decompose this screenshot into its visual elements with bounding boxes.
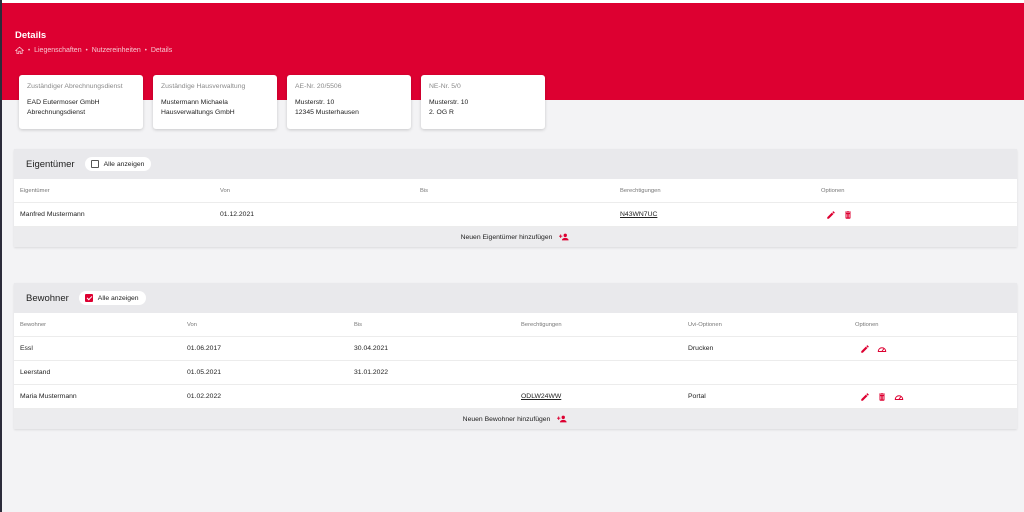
breadcrumb-separator: • [144, 47, 147, 54]
meter-icon[interactable] [877, 344, 887, 354]
column-header-bis[interactable]: Bis [354, 313, 362, 336]
card-line: Musterstr. 10 [429, 99, 469, 106]
column-header-uvi-optionen[interactable]: Uvi-Optionen [688, 313, 722, 336]
breadcrumb-item-nutzereinheiten[interactable]: Nutzereinheiten [92, 47, 141, 54]
delete-icon[interactable] [877, 392, 887, 402]
owner-from: 01.12.2021 [220, 211, 255, 218]
resident-uvi-option: Drucken [688, 345, 714, 352]
delete-icon[interactable] [843, 210, 853, 220]
add-resident-label: Neuen Bewohner hinzufügen [462, 415, 551, 423]
column-header-bis[interactable]: Bis [420, 179, 428, 202]
residents-table-header: Bewohner Von Bis Berechtigungen Uvi-Opti… [14, 313, 1017, 337]
page-title: Details [15, 30, 47, 41]
resident-from: 01.05.2021 [187, 369, 222, 376]
column-header-berechtigungen[interactable]: Berechtigungen [521, 313, 562, 336]
card-line: Mustermann Michaela [161, 99, 228, 106]
edit-icon[interactable] [860, 344, 870, 354]
card-line: 2. OG R [429, 109, 454, 116]
resident-name: Essl [20, 345, 33, 352]
resident-permission-code[interactable]: ODLW24WW [521, 385, 561, 408]
card-abrechnungsdienst: Zuständiger Abrechnungsdienst EAD Euterm… [19, 75, 143, 129]
card-line: EAD Eutermoser GmbH [27, 99, 100, 106]
edit-icon[interactable] [826, 210, 836, 220]
card-line: Musterstr. 10 [295, 99, 335, 106]
resident-from: 01.02.2022 [187, 393, 222, 400]
add-owner-button[interactable]: Neuen Eigentümer hinzufügen [14, 227, 1017, 247]
resident-from: 01.06.2017 [187, 345, 222, 352]
residents-header: Bewohner Alle anzeigen [14, 283, 1017, 313]
add-person-icon [557, 415, 567, 423]
owners-header: Eigentümer Alle anzeigen [14, 149, 1017, 179]
table-row: Essl 01.06.2017 30.04.2021 Drucken [14, 337, 1017, 361]
column-header-von[interactable]: Von [187, 313, 197, 336]
card-label: AE-Nr. 20/5506 [295, 83, 342, 90]
residents-show-all-checkbox[interactable] [84, 294, 93, 302]
resident-uvi-option: Portal [688, 393, 706, 400]
column-header-von[interactable]: Von [220, 179, 230, 202]
column-header-optionen: Optionen [855, 321, 879, 328]
resident-name: Leerstand [20, 369, 51, 376]
table-row: Leerstand 01.05.2021 31.01.2022 [14, 361, 1017, 385]
add-resident-button[interactable]: Neuen Bewohner hinzufügen [14, 409, 1017, 429]
owner-name: Manfred Mustermann [20, 211, 85, 218]
breadcrumb-item-liegenschaften[interactable]: Liegenschaften [34, 47, 81, 54]
residents-show-all-label: Alle anzeigen [97, 294, 139, 302]
card-ae-nr: AE-Nr. 20/5506 Musterstr. 10 12345 Muste… [287, 75, 411, 129]
owner-options [826, 203, 853, 226]
column-header-berechtigungen[interactable]: Berechtigungen [620, 179, 661, 202]
owners-section: Eigentümer Alle anzeigen Eigentümer Von … [14, 149, 1017, 247]
card-ne-nr: NE-Nr. 5/0 Musterstr. 10 2. OG R [421, 75, 545, 129]
resident-to: 31.01.2022 [354, 369, 389, 376]
card-label: NE-Nr. 5/0 [429, 83, 461, 90]
residents-section: Bewohner Alle anzeigen Bewohner Von Bis … [14, 283, 1017, 429]
column-header-eigentuemer[interactable]: Eigentümer [20, 179, 50, 202]
owners-table-header: Eigentümer Von Bis Berechtigungen Option… [14, 179, 1017, 203]
home-icon[interactable] [15, 46, 24, 55]
resident-options [860, 337, 887, 360]
card-hausverwaltung: Zuständige Hausverwaltung Mustermann Mic… [153, 75, 277, 129]
edit-icon[interactable] [860, 392, 870, 402]
window-left-border [0, 0, 2, 512]
owner-permission-code[interactable]: N43WN7UC [620, 203, 657, 226]
card-line: Hausverwaltungs GmbH [161, 109, 235, 116]
resident-name: Maria Mustermann [20, 393, 77, 400]
column-header-bewohner[interactable]: Bewohner [20, 313, 46, 336]
meter-icon[interactable] [894, 392, 904, 402]
resident-to: 30.04.2021 [354, 345, 389, 352]
owners-show-all-toggle[interactable]: Alle anzeigen [84, 157, 152, 171]
card-label: Zuständiger Abrechnungsdienst [27, 83, 123, 90]
breadcrumb-item-details: Details [150, 47, 173, 54]
card-line: 12345 Musterhausen [295, 109, 359, 116]
table-row: Maria Mustermann 01.02.2022 ODLW24WW Por… [14, 385, 1017, 409]
add-person-icon [559, 233, 569, 241]
card-label: Zuständige Hausverwaltung [161, 83, 246, 90]
owners-title: Eigentümer [26, 158, 75, 170]
table-row: Manfred Mustermann 01.12.2021 N43WN7UC [14, 203, 1017, 227]
owners-show-all-checkbox[interactable] [90, 160, 99, 168]
column-header-optionen: Optionen [821, 187, 845, 194]
card-line: Abrechnungsdienst [27, 109, 86, 116]
resident-options [860, 385, 904, 408]
breadcrumb-separator: • [28, 47, 31, 54]
residents-title: Bewohner [26, 292, 69, 304]
breadcrumb: • Liegenschaften • Nutzereinheiten • Det… [15, 46, 172, 55]
residents-show-all-toggle[interactable]: Alle anzeigen [78, 291, 146, 305]
owners-show-all-label: Alle anzeigen [103, 160, 145, 168]
add-owner-label: Neuen Eigentümer hinzufügen [460, 233, 553, 241]
breadcrumb-separator: • [85, 47, 88, 54]
